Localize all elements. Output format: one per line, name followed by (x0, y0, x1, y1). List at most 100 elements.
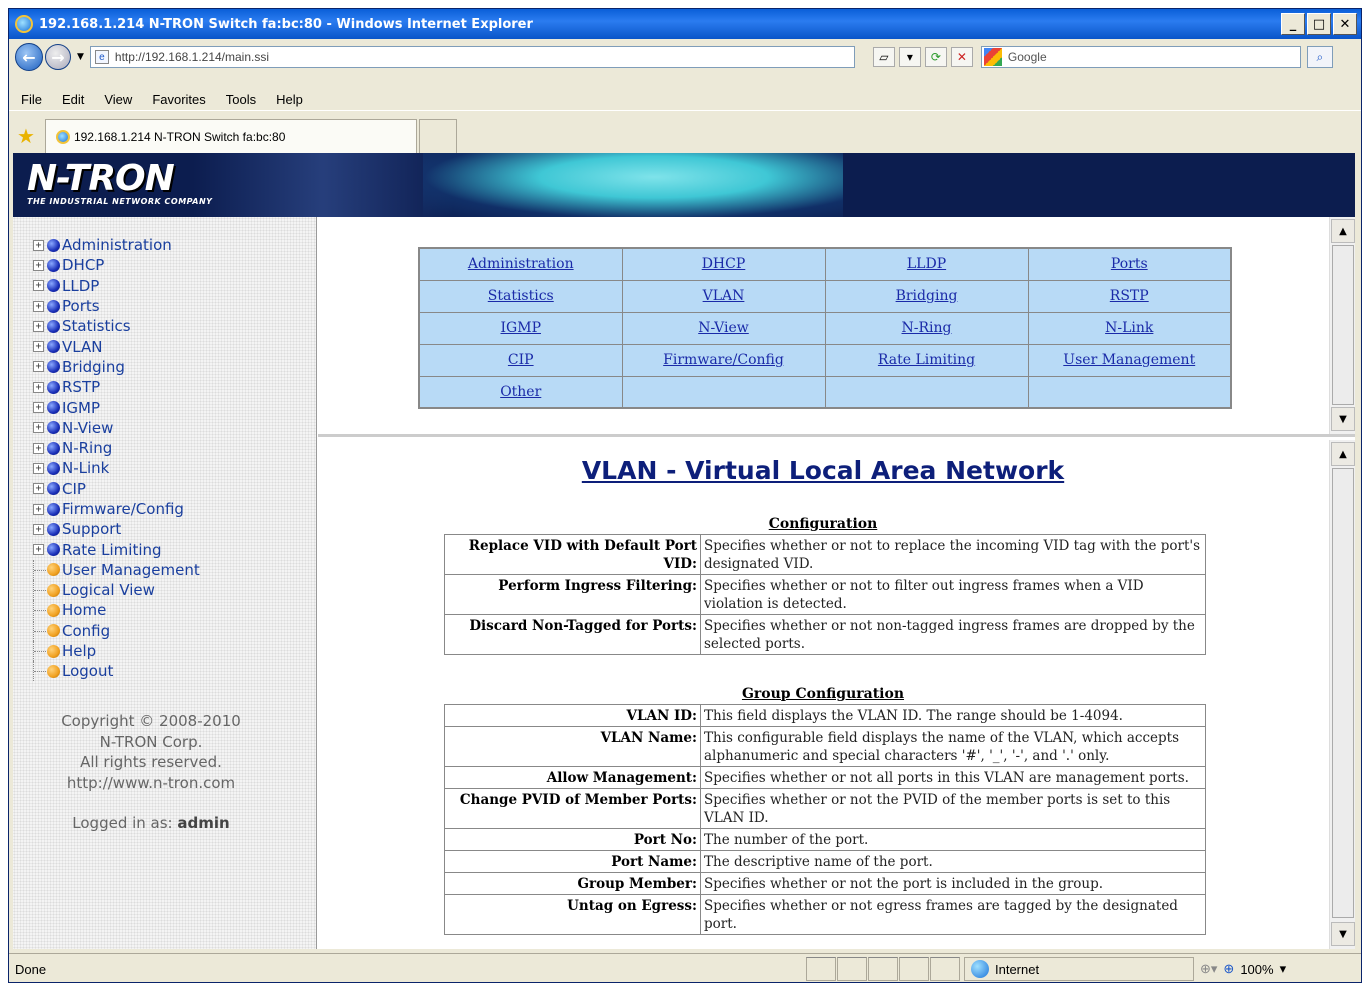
expand-icon[interactable]: + (33, 442, 44, 454)
sidebar-item-label[interactable]: RSTP (62, 378, 100, 396)
forward-button[interactable]: → (45, 44, 71, 70)
sidebar-item-rate-limiting[interactable]: + Rate Limiting (33, 539, 200, 559)
sidebar-item-label[interactable]: Administration (62, 236, 172, 254)
sidebar-item-statistics[interactable]: + Statistics (33, 316, 200, 336)
expand-icon[interactable]: + (33, 544, 44, 556)
recent-pages-dropdown-icon[interactable]: ▼ (77, 52, 84, 62)
scroll-down-arrow-icon[interactable]: ▼ (1331, 922, 1355, 946)
sidebar-item-label[interactable]: Config (62, 622, 110, 640)
nav-link-igmp[interactable]: IGMP (501, 320, 541, 336)
nav-link-administration[interactable]: Administration (468, 256, 574, 272)
nav-link-vlan[interactable]: VLAN (703, 288, 745, 304)
zoom-level[interactable]: 100% (1240, 962, 1273, 977)
expand-icon[interactable]: + (33, 239, 44, 251)
address-dropdown-icon[interactable]: ▾ (898, 47, 921, 67)
sidebar-item-igmp[interactable]: + IGMP (33, 397, 200, 417)
nav-link-dhcp[interactable]: DHCP (702, 256, 746, 272)
scroll-thumb[interactable] (1332, 245, 1354, 405)
sidebar-item-n-ring[interactable]: + N-Ring (33, 438, 200, 458)
sidebar-item-label[interactable]: Firmware/Config (62, 500, 184, 518)
sidebar-item-dhcp[interactable]: + DHCP (33, 255, 200, 275)
stop-icon[interactable]: ✕ (950, 47, 973, 67)
nav-link-statistics[interactable]: Statistics (488, 288, 554, 304)
sidebar-item-bridging[interactable]: + Bridging (33, 357, 200, 377)
maximize-button[interactable]: □ (1307, 13, 1331, 35)
sidebar-item-label[interactable]: User Management (62, 561, 200, 579)
nav-link-n-link[interactable]: N-Link (1105, 320, 1153, 336)
zoom-control[interactable]: ⊕▾ ⊕ 100% ▾ (1200, 961, 1286, 977)
sidebar-item-label[interactable]: N-Ring (62, 439, 112, 457)
tab-active[interactable]: 192.168.1.214 N-TRON Switch fa:bc:80 (44, 119, 417, 153)
sidebar-item-label[interactable]: DHCP (62, 256, 104, 274)
sidebar-item-label[interactable]: LLDP (62, 277, 99, 295)
sidebar-item-ports[interactable]: + Ports (33, 296, 200, 316)
sidebar-item-label[interactable]: Logout (62, 662, 113, 680)
expand-icon[interactable]: + (33, 503, 44, 515)
sidebar-item-lldp[interactable]: + LLDP (33, 276, 200, 296)
scroll-down-arrow-icon[interactable]: ▼ (1331, 407, 1355, 431)
compatibility-view-icon[interactable]: ▱ (872, 47, 895, 67)
expand-icon[interactable]: + (33, 523, 44, 535)
menu-help[interactable]: Help (276, 92, 303, 107)
sidebar-item-logout[interactable]: Logout (33, 661, 200, 682)
sidebar-item-user-management[interactable]: User Management (33, 559, 200, 580)
expand-icon[interactable]: + (33, 402, 44, 414)
expand-icon[interactable]: + (33, 259, 44, 271)
address-field[interactable]: e http://192.168.1.214/main.ssi (89, 46, 855, 68)
protected-mode-icon[interactable]: ⊕▾ (1200, 961, 1217, 977)
nav-link-bridging[interactable]: Bridging (896, 288, 958, 304)
scroll-up-arrow-icon[interactable]: ▲ (1331, 219, 1355, 243)
search-placeholder[interactable]: Google (1008, 50, 1047, 64)
expand-icon[interactable]: + (33, 422, 44, 434)
security-zone[interactable]: Internet (964, 957, 1194, 981)
sidebar-item-config[interactable]: Config (33, 620, 200, 641)
scroll-thumb[interactable] (1332, 468, 1354, 918)
nav-link-lldp[interactable]: LLDP (907, 256, 946, 272)
nav-link-cip[interactable]: CIP (508, 352, 534, 368)
sidebar-item-rstp[interactable]: + RSTP (33, 377, 200, 397)
nav-link-firmware-config[interactable]: Firmware/Config (663, 352, 784, 368)
scroll-up-arrow-icon[interactable]: ▲ (1331, 442, 1355, 466)
sidebar-item-label[interactable]: Logical View (62, 581, 155, 599)
expand-icon[interactable]: + (33, 462, 44, 474)
expand-icon[interactable]: + (33, 381, 44, 393)
sidebar-item-logical-view[interactable]: Logical View (33, 580, 200, 601)
sidebar-item-support[interactable]: + Support (33, 519, 200, 539)
sidebar-item-home[interactable]: Home (33, 600, 200, 621)
expand-icon[interactable]: + (33, 300, 44, 312)
menu-favorites[interactable]: Favorites (152, 92, 205, 107)
nav-link-other[interactable]: Other (500, 384, 541, 400)
sidebar-item-cip[interactable]: + CIP (33, 479, 200, 499)
expand-icon[interactable]: + (33, 361, 44, 373)
close-button[interactable]: ✕ (1333, 13, 1357, 35)
menu-tools[interactable]: Tools (226, 92, 256, 107)
help-frame-scrollbar[interactable]: ▲ ▼ (1329, 440, 1355, 949)
favorites-star-icon[interactable]: ★ (17, 124, 35, 148)
sidebar-item-label[interactable]: Help (62, 642, 96, 660)
url-text[interactable]: http://192.168.1.214/main.ssi (115, 50, 269, 64)
expand-icon[interactable]: + (33, 341, 44, 353)
nav-link-n-view[interactable]: N-View (698, 320, 749, 336)
sidebar-item-label[interactable]: N-View (62, 419, 113, 437)
menu-file[interactable]: File (21, 92, 42, 107)
sidebar-item-label[interactable]: Home (62, 601, 106, 619)
sidebar-item-firmware-config[interactable]: + Firmware/Config (33, 499, 200, 519)
nav-link-ports[interactable]: Ports (1111, 256, 1148, 272)
nav-link-rstp[interactable]: RSTP (1110, 288, 1149, 304)
search-icon[interactable]: ⌕ (1306, 46, 1333, 68)
nav-frame-scrollbar[interactable]: ▲ ▼ (1329, 217, 1355, 434)
refresh-icon[interactable]: ⟳ (924, 47, 947, 67)
nav-link-n-ring[interactable]: N-Ring (902, 320, 952, 336)
zoom-dropdown-icon[interactable]: ▾ (1280, 961, 1287, 977)
sidebar-item-vlan[interactable]: + VLAN (33, 336, 200, 356)
menu-edit[interactable]: Edit (62, 92, 84, 107)
minimize-button[interactable]: _ (1281, 13, 1305, 35)
sidebar-item-label[interactable]: Rate Limiting (62, 541, 162, 559)
expand-icon[interactable]: + (33, 320, 44, 332)
sidebar-item-label[interactable]: CIP (62, 480, 86, 498)
sidebar-item-label[interactable]: Statistics (62, 317, 131, 335)
sidebar-item-n-link[interactable]: + N-Link (33, 458, 200, 478)
nav-link-rate-limiting[interactable]: Rate Limiting (878, 352, 975, 368)
sidebar-item-label[interactable]: Support (62, 520, 121, 538)
menu-view[interactable]: View (104, 92, 132, 107)
